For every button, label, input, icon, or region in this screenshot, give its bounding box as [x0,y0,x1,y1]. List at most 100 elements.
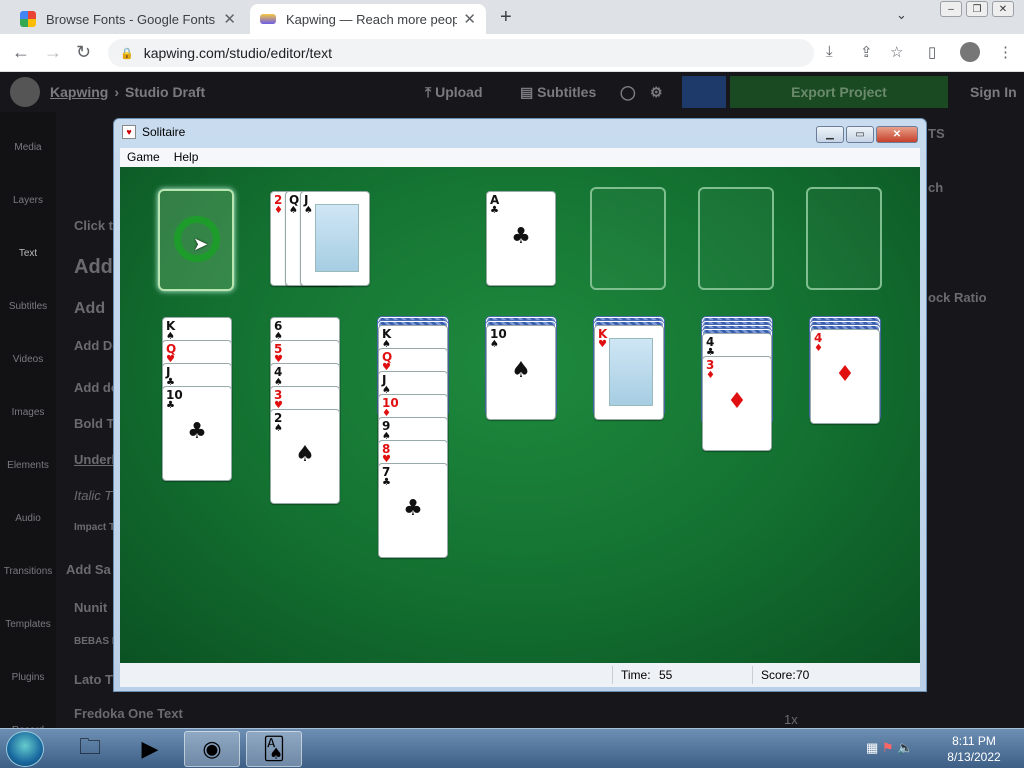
upload-label: Upload [435,83,483,100]
screen: Browse Fonts - Google Fonts ✕ Kapwing — … [0,0,1024,768]
close-tab-icon[interactable]: ✕ [463,10,476,28]
bookmark-star-icon[interactable]: ☆ [890,43,903,61]
kapwing-logo-icon[interactable] [10,77,40,107]
sidebar-item-media[interactable]: Media [0,112,56,165]
menu-help[interactable]: Help [167,148,206,167]
upload-button[interactable]: ⤒ Upload [425,84,483,101]
project-title[interactable]: Studio Draft [125,84,205,100]
face-card-art [315,204,359,272]
clock-time: 8:11 PM [952,734,996,748]
right-panel-text-4[interactable]: 1x [784,712,798,727]
tab-search-chevron-icon[interactable]: ⌄ [896,7,907,23]
kapwing-favicon-icon [260,14,276,24]
sign-in-link[interactable]: Sign In [970,84,1017,100]
playing-card[interactable]: K ♥ [594,325,664,420]
playing-card[interactable]: 3 ♦ ♦ [702,356,772,451]
panel-text-13[interactable]: Lato T [74,672,113,687]
start-button[interactable] [6,731,44,767]
card-suit-icon: ♥ [598,339,607,350]
panel-text-2[interactable]: Add [74,256,113,279]
foundation-slot-3[interactable] [698,187,774,290]
panel-text-6[interactable]: Bold T [74,416,114,431]
card-suit-icon: ♠ [289,205,298,216]
subtitles-button[interactable]: ▤ Subtitles [520,84,596,101]
sidebar-item-videos[interactable]: Videos [0,324,56,377]
more-menu-icon[interactable]: ⋮ [998,43,1013,61]
sidebar-item-templates[interactable]: Templates [0,589,56,642]
card-suit-icon: ♣ [490,205,499,216]
tab-google-fonts[interactable]: Browse Fonts - Google Fonts ✕ [10,4,246,34]
volume-icon[interactable]: 🔈 [897,740,913,755]
action-center-icon[interactable]: ⚑ [882,740,894,755]
time-value: 55 [659,668,673,682]
restore-icon[interactable]: ❐ [966,1,988,17]
back-arrow-icon[interactable]: ← [12,42,30,63]
playing-card[interactable]: 4 ♦ ♦ [810,329,880,424]
foundation-slot-4[interactable] [806,187,882,290]
sidebar-item-plugins[interactable]: Plugins [0,642,56,695]
taskbar-clock[interactable]: 8:11 PM 8/13/2022 [944,733,1004,765]
sidebar-item-elements[interactable]: Elements [0,430,56,483]
right-panel-text-3: ock Ratio [928,290,987,305]
panel-text-9[interactable]: Impact T [74,522,115,533]
kapwing-header: Kapwing › Studio Draft ⤒ Upload ▤ Subtit… [0,72,1024,112]
settings-gear-icon[interactable]: ⚙ [650,84,663,101]
panel-text-7[interactable]: Underl [74,452,115,467]
panel-text-14[interactable]: Fredoka One Text [74,706,183,721]
close-button[interactable]: ✕ [876,126,918,143]
share-collaborators-button[interactable] [682,76,726,108]
face-card-art [609,338,653,406]
kapwing-brand[interactable]: Kapwing [50,84,108,100]
playing-card[interactable]: 2 ♠ ♠ [270,409,340,504]
status-separator [752,666,753,684]
playing-card[interactable]: 10 ♣ ♣ [162,386,232,481]
profile-avatar[interactable] [960,42,980,62]
system-tray: ▦ ⚑ 🔈 [866,740,913,756]
chrome-icon[interactable]: ◉ [184,731,240,767]
export-project-button[interactable]: Export Project [730,76,948,108]
close-window-icon[interactable]: ✕ [992,1,1014,17]
sidebar-item-audio[interactable]: Audio [0,483,56,536]
comment-icon[interactable]: ◯ [620,84,636,101]
lock-icon: 🔒 [120,47,134,60]
address-bar[interactable]: 🔒 kapwing.com/studio/editor/text [108,39,814,67]
forward-arrow-icon[interactable]: → [44,42,62,63]
file-explorer-icon[interactable]: 🗀 [62,731,118,767]
panel-text-8[interactable]: Italic T [74,488,112,503]
media-player-icon[interactable]: ▶ [122,731,178,767]
maximize-button[interactable]: ▭ [846,126,874,143]
close-tab-icon[interactable]: ✕ [223,10,236,28]
windows-taskbar: 🗀 ▶ ◉ 🂡 ▦ ⚑ 🔈 8:11 PM 8/13/2022 [0,728,1024,768]
menu-bar: Game Help [120,148,920,167]
foundation-slot-2[interactable] [590,187,666,290]
card-center-suit-icon: ♣ [403,496,423,521]
kapwing-sidebar: Media Layers Text Subtitles Videos Image… [0,112,56,736]
sidebar-item-subtitles[interactable]: Subtitles [0,271,56,324]
share-icon[interactable]: ⇪ [860,43,873,61]
sidebar-item-layers[interactable]: Layers [0,165,56,218]
network-icon[interactable]: ▦ [866,740,878,755]
tab-kapwing[interactable]: Kapwing — Reach more people with your vi… [250,4,486,34]
reload-icon[interactable]: ↻ [76,42,91,63]
browser-toolbar: ← → ↻ 🔒 kapwing.com/studio/editor/text ⤓… [0,34,1024,72]
playing-card[interactable]: A ♣ ♣ [486,191,556,286]
playing-card[interactable]: J ♠ [300,191,370,286]
card-center-suit-icon: ♣ [187,419,207,444]
panel-text-3[interactable]: Add [74,300,105,318]
sidebar-item-images[interactable]: Images [0,377,56,430]
install-icon[interactable]: ⤓ [826,43,833,60]
minimize-button[interactable]: ▁ [816,126,844,143]
playing-card[interactable]: 10 ♠ ♠ [486,325,556,420]
playing-card[interactable]: 7 ♣ ♣ [378,463,448,558]
browser-tab-strip: Browse Fonts - Google Fonts ✕ Kapwing — … [0,0,1024,34]
sidebar-item-text[interactable]: Text [0,218,56,271]
solitaire-app-icon: ♥ [122,125,136,139]
new-tab-icon[interactable]: + [500,6,512,29]
card-center-suit-icon: ♠ [295,442,315,467]
minimize-icon[interactable]: – [940,1,962,17]
menu-game[interactable]: Game [120,148,167,167]
panel-text-11[interactable]: Nunit [74,600,107,615]
side-panel-icon[interactable]: ▯ [928,43,936,61]
sidebar-item-transitions[interactable]: Transitions [0,536,56,589]
solitaire-taskbar-icon[interactable]: 🂡 [246,731,302,767]
